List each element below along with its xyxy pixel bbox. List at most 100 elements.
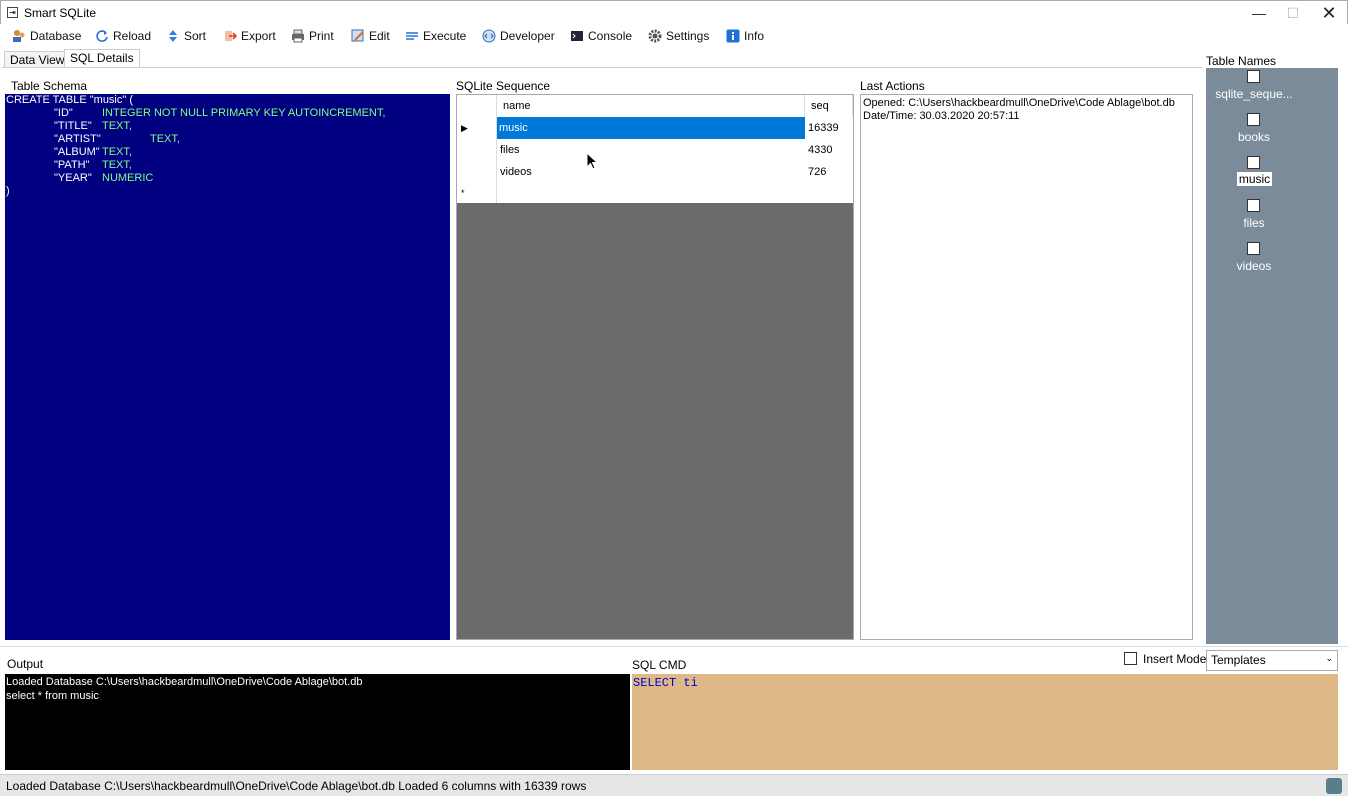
schema-column-name: "TITLE" [54, 120, 92, 132]
console-icon [570, 29, 584, 43]
table-name-label: sqlite_seque... [1215, 87, 1293, 101]
splitter[interactable] [0, 646, 1348, 647]
schema-line: ) [6, 185, 10, 197]
tab-sql-details[interactable]: SQL Details [64, 49, 140, 68]
table-checkbox[interactable] [1247, 113, 1260, 126]
cell-name[interactable]: videos [497, 161, 805, 183]
info-icon [726, 29, 740, 43]
table-checkbox[interactable] [1247, 242, 1260, 255]
schema-line: CREATE TABLE "music" ( [6, 94, 133, 106]
schema-column-type: TEXT, [150, 133, 180, 145]
close-button[interactable]: ✕ [1311, 3, 1347, 25]
sqlite-sequence-label: SQLite Sequence [456, 79, 551, 93]
table-names-label: Table Names [1206, 54, 1277, 68]
toolbar-export-button[interactable]: Export [223, 27, 276, 45]
table-checkbox[interactable] [1247, 199, 1260, 212]
cell-name[interactable]: files [497, 139, 805, 161]
insert-mode-label: Insert Mode [1143, 652, 1207, 666]
schema-column-name: "ALBUM" [54, 146, 100, 158]
app-icon: ⇥ [7, 7, 18, 18]
row-marker [457, 161, 497, 183]
schema-column-type: NUMERIC [102, 172, 154, 184]
column-header-seq[interactable]: seq [805, 95, 853, 117]
row-marker [457, 139, 497, 161]
tab-data-view[interactable]: Data View [4, 51, 71, 68]
table-name-label: videos [1236, 259, 1272, 273]
developer-icon [482, 29, 496, 43]
table-row[interactable]: videos 726 [457, 161, 853, 183]
toolbar-settings-label: Settings [666, 29, 710, 43]
toolbar-settings-button[interactable]: Settings [648, 27, 709, 45]
toolbar-console-label: Console [588, 29, 633, 43]
action-line: Date/Time: 30.03.2020 20:57:11 [863, 110, 1020, 122]
sort-icon [166, 29, 180, 43]
insert-mode-checkbox[interactable] [1124, 652, 1137, 665]
column-header-name[interactable]: name [497, 95, 805, 117]
last-actions-label: Last Actions [860, 79, 925, 93]
title-bar: ⇥ Smart SQLite — ☐ ✕ [0, 0, 1348, 26]
schema-column-name: "ARTIST" [54, 133, 101, 145]
table-row[interactable]: files 4330 [457, 139, 853, 161]
window-title: Smart SQLite [24, 6, 97, 20]
cell-seq[interactable]: 4330 [805, 139, 853, 161]
action-line: Opened: C:\Users\hackbeardmull\OneDrive\… [863, 97, 1175, 109]
toolbar-reload-button[interactable]: Reload [95, 27, 151, 45]
table-checkbox[interactable] [1247, 70, 1260, 83]
tab-divider [2, 67, 1202, 68]
new-row-marker: * [457, 183, 497, 203]
maximize-button[interactable]: ☐ [1275, 3, 1311, 25]
toolbar-print-button[interactable]: Print [291, 27, 334, 45]
new-row[interactable]: * [457, 183, 853, 203]
schema-column-name: "ID" [54, 107, 73, 119]
last-actions-box[interactable]: Opened: C:\Users\hackbeardmull\OneDrive\… [860, 94, 1193, 640]
grid-corner [457, 95, 497, 117]
chevron-down-icon: ⌄ [1325, 653, 1333, 663]
edit-icon [351, 29, 365, 43]
output-label: Output [7, 657, 44, 671]
resize-grip-icon[interactable] [1326, 778, 1342, 794]
toolbar-developer-button[interactable]: Developer [482, 27, 555, 45]
toolbar-database-label: Database [30, 29, 82, 43]
table-checkbox[interactable] [1247, 156, 1260, 169]
sqlite-sequence-grid[interactable]: name seq ▶ music 16339 files 4330 videos… [456, 94, 854, 640]
mouse-cursor-icon [586, 151, 599, 173]
reload-icon [95, 29, 109, 43]
toolbar-execute-button[interactable]: Execute [405, 27, 466, 45]
output-console[interactable]: Loaded Database C:\Users\hackbeardmull\O… [5, 674, 630, 770]
schema-column-name: "PATH" [54, 159, 90, 171]
cell-name[interactable]: music [497, 117, 805, 139]
schema-column-name: "YEAR" [54, 172, 92, 184]
minimize-button[interactable]: — [1241, 3, 1277, 25]
database-users-icon [12, 29, 26, 43]
status-text: Loaded Database C:\Users\hackbeardmull\O… [6, 779, 587, 793]
toolbar-reload-label: Reload [113, 29, 152, 43]
toolbar-info-label: Info [744, 29, 765, 43]
toolbar-database-button[interactable]: Database [12, 27, 81, 45]
table-names-panel: sqlite_seque... books music files videos [1206, 68, 1338, 644]
output-line: select * from music [6, 690, 99, 702]
toolbar-info-button[interactable]: Info [726, 27, 764, 45]
sql-cmd-label: SQL CMD [632, 658, 687, 672]
table-schema-editor[interactable]: CREATE TABLE "music" ( "ID" INTEGER NOT … [5, 94, 450, 640]
gear-icon [648, 29, 662, 43]
toolbar-execute-label: Execute [423, 29, 467, 43]
toolbar-sort-label: Sort [184, 29, 207, 43]
templates-dropdown[interactable]: Templates ⌄ [1206, 650, 1338, 671]
table-schema-label: Table Schema [11, 79, 88, 93]
templates-selected-value: Templates [1211, 653, 1266, 667]
cell-seq[interactable]: 726 [805, 161, 853, 183]
toolbar-console-button[interactable]: Console [570, 27, 632, 45]
execute-icon [405, 29, 419, 43]
sql-cmd-input[interactable]: SELECT ti [632, 674, 1338, 770]
toolbar-edit-button[interactable]: Edit [351, 27, 390, 45]
schema-column-type: INTEGER NOT NULL PRIMARY KEY AUTOINCREME… [102, 107, 386, 119]
toolbar-print-label: Print [309, 29, 334, 43]
row-marker: ▶ [457, 117, 497, 139]
toolbar-sort-button[interactable]: Sort [166, 27, 206, 45]
toolbar: Database Reload Sort Export Print Edit E… [0, 24, 1348, 48]
cell-seq[interactable]: 16339 [805, 117, 853, 139]
table-name-label-selected: music [1237, 172, 1272, 186]
schema-column-type: TEXT, [102, 146, 132, 158]
table-row[interactable]: ▶ music 16339 [457, 117, 853, 139]
toolbar-export-label: Export [241, 29, 276, 43]
